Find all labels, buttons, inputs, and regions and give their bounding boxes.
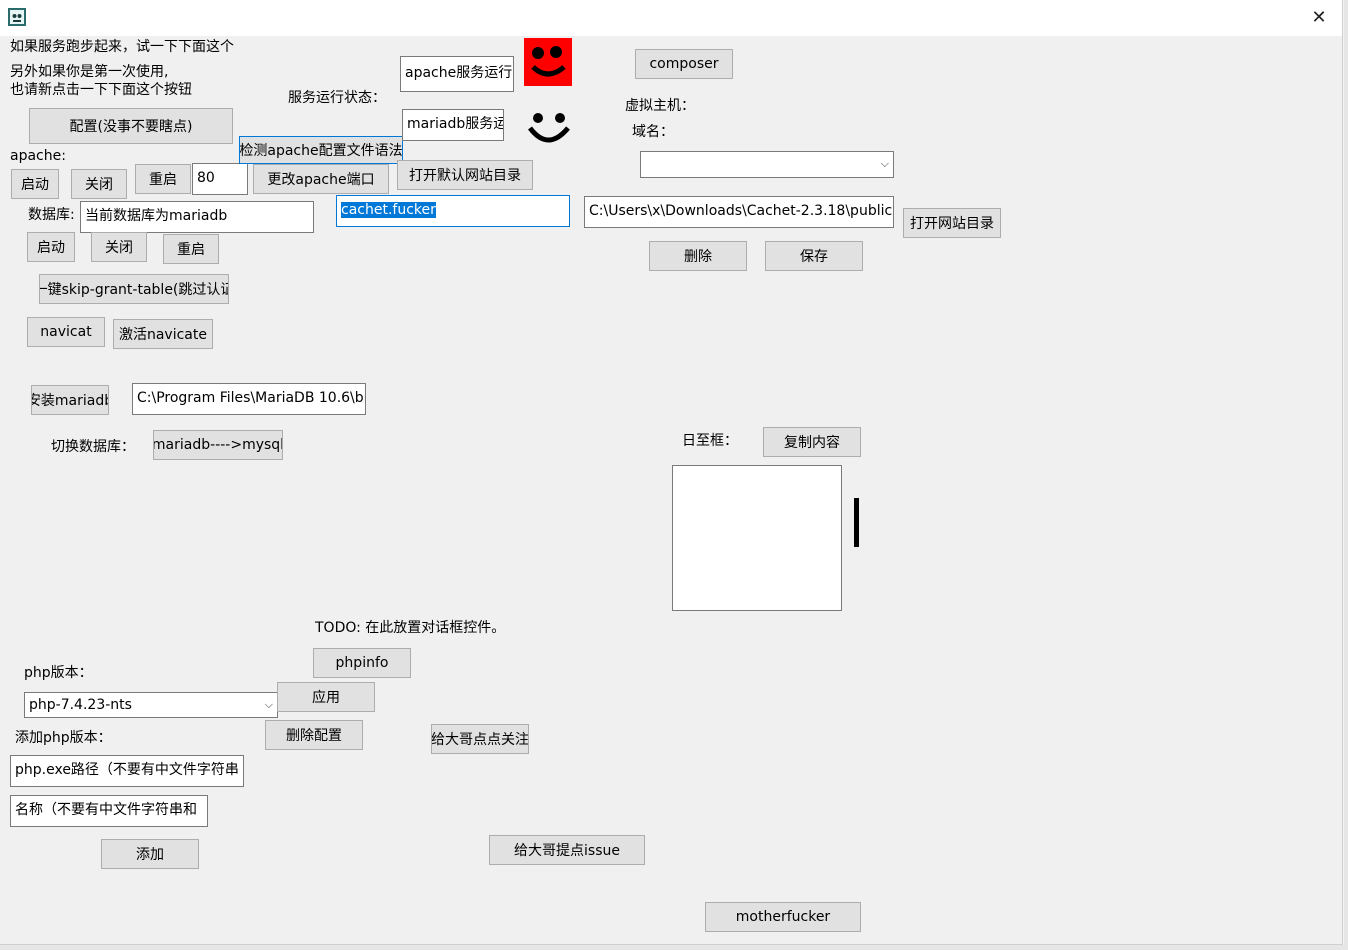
mariadb-path-input[interactable]: C:\Program Files\MariaDB 10.6\bin bbox=[132, 383, 366, 415]
apache-status-box: apache服务运行 bbox=[400, 56, 514, 92]
copy-log-button[interactable]: 复制内容 bbox=[763, 427, 861, 457]
apache-label: apache: bbox=[10, 148, 66, 164]
vhost-delete-button[interactable]: 删除 bbox=[649, 241, 747, 271]
install-mariadb-button[interactable]: 安装mariadb bbox=[31, 385, 109, 415]
apply-php-button[interactable]: 应用 bbox=[277, 682, 375, 712]
database-label: 数据库: bbox=[28, 207, 75, 223]
check-apache-config-button[interactable]: 检测apache配置文件语法 bbox=[239, 136, 403, 164]
delete-php-config-button[interactable]: 删除配置 bbox=[265, 720, 363, 750]
background-window-bottom bbox=[0, 945, 1348, 950]
open-default-site-dir-button[interactable]: 打开默认网站目录 bbox=[397, 160, 533, 190]
php-version-select-value: php-7.4.23-nts bbox=[29, 697, 132, 713]
open-site-dir-button[interactable]: 打开网站目录 bbox=[903, 208, 1001, 238]
vhost-label: 虚拟主机： bbox=[625, 98, 695, 114]
php-version-select[interactable]: php-7.4.23-nts ⌵ bbox=[24, 692, 278, 718]
add-php-label: 添加php版本： bbox=[15, 730, 112, 746]
apache-stop-button[interactable]: 关闭 bbox=[71, 169, 127, 199]
chevron-down-icon: ⌵ bbox=[264, 698, 273, 711]
app-icon bbox=[8, 8, 26, 26]
close-button[interactable]: ✕ bbox=[1306, 6, 1332, 30]
title-bar: ✕ bbox=[0, 0, 1342, 36]
intro-line-1: 如果服务跑步起来，试一下下面这个 bbox=[10, 39, 234, 55]
navicat-button[interactable]: navicat bbox=[27, 317, 105, 347]
mariadb-status-face-icon bbox=[524, 106, 572, 154]
main-window: ✕ 如果服务跑步起来，试一下下面这个 另外如果你是第一次使用, 也请新点击一下下… bbox=[0, 0, 1343, 945]
php-exe-path-input[interactable]: php.exe路径（不要有中文件字符串 bbox=[10, 755, 244, 787]
change-apache-port-button[interactable]: 更改apache端口 bbox=[253, 164, 389, 194]
database-start-button[interactable]: 启动 bbox=[27, 232, 75, 262]
config-button[interactable]: 配置(没事不要瞎点) bbox=[29, 108, 233, 144]
apache-status-face-icon bbox=[524, 38, 572, 86]
database-restart-button[interactable]: 重启 bbox=[163, 234, 219, 264]
issue-button[interactable]: 给大哥提点issue bbox=[489, 835, 645, 865]
current-database-box: 当前数据库为mariadb bbox=[80, 201, 314, 233]
switch-database-label: 切换数据库： bbox=[51, 439, 135, 455]
service-status-label: 服务运行状态： bbox=[288, 90, 386, 106]
mf-button[interactable]: motherfucker bbox=[705, 902, 861, 932]
todo-label: TODO: 在此放置对话框控件。 bbox=[315, 620, 506, 636]
apache-port-input[interactable]: 80 bbox=[192, 163, 248, 195]
mariadb-status-box: mariadb服务运 bbox=[402, 109, 504, 141]
domain-label: 域名： bbox=[632, 124, 674, 140]
database-stop-button[interactable]: 关闭 bbox=[91, 232, 147, 262]
follow-button[interactable]: 给大哥点点关注 bbox=[431, 724, 529, 754]
intro-line-2: 另外如果你是第一次使用, bbox=[10, 64, 169, 80]
log-box[interactable] bbox=[672, 465, 842, 611]
intro-line-3: 也请新点击一下下面这个按钮 bbox=[10, 82, 192, 98]
text-cursor-bar bbox=[854, 498, 859, 547]
apache-start-button[interactable]: 启动 bbox=[11, 169, 59, 199]
domain-input-selected-text: cachet.fucker bbox=[341, 202, 436, 218]
switch-database-button[interactable]: mariadb---->mysql bbox=[153, 430, 283, 460]
php-name-input[interactable]: 名称（不要有中文件字符串和 bbox=[10, 795, 208, 827]
vhost-save-button[interactable]: 保存 bbox=[765, 241, 863, 271]
site-path-input[interactable]: C:\Users\x\Downloads\Cachet-2.3.18\publi… bbox=[584, 196, 894, 228]
skip-grant-table-button[interactable]: 一键skip-grant-table(跳过认证 bbox=[39, 274, 229, 304]
domain-select[interactable]: ⌵ bbox=[640, 151, 894, 178]
activate-navicat-button[interactable]: 激活navicate bbox=[113, 319, 213, 349]
apache-restart-button[interactable]: 重启 bbox=[135, 164, 191, 194]
chevron-down-icon: ⌵ bbox=[880, 157, 889, 170]
client-area: 如果服务跑步起来，试一下下面这个 另外如果你是第一次使用, 也请新点击一下下面这… bbox=[0, 36, 1342, 944]
background-window-edge bbox=[1344, 0, 1348, 950]
log-label: 日至框： bbox=[682, 433, 738, 449]
composer-button[interactable]: composer bbox=[635, 49, 733, 79]
add-php-button[interactable]: 添加 bbox=[101, 839, 199, 869]
php-version-label: php版本： bbox=[24, 665, 93, 681]
domain-input[interactable]: cachet.fucker bbox=[336, 195, 570, 227]
phpinfo-button[interactable]: phpinfo bbox=[313, 648, 411, 678]
